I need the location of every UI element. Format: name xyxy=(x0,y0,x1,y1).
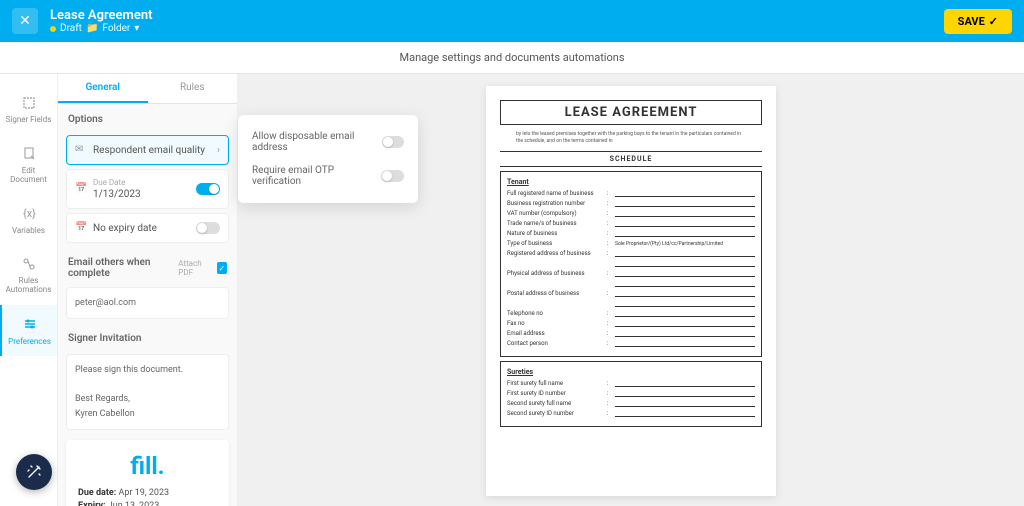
popover-disposable: Allow disposable email address xyxy=(252,125,404,159)
rail-preferences[interactable]: Preferences xyxy=(0,305,57,356)
side-rail: Signer Fields Edit Document {x} Variable… xyxy=(0,74,58,506)
email-recipient[interactable]: peter@aol.com xyxy=(66,287,229,319)
otp-toggle[interactable] xyxy=(381,170,404,182)
edit-document-icon xyxy=(20,145,38,163)
option-due-date[interactable]: 📅 Due Date 1/13/2023 xyxy=(66,169,229,209)
panel-tabs: General Rules xyxy=(58,74,237,104)
rail-signer-fields[interactable]: Signer Fields xyxy=(0,84,57,135)
tab-general[interactable]: General xyxy=(58,74,148,103)
rules-icon xyxy=(20,255,38,273)
email-quality-popover: Allow disposable email address Require e… xyxy=(238,115,418,203)
no-expiry-toggle[interactable] xyxy=(196,222,220,234)
mail-icon: ✉ xyxy=(75,144,87,156)
doc-title: LEASE AGREEMENT xyxy=(500,100,762,125)
close-button[interactable]: ✕ xyxy=(12,8,38,34)
save-button[interactable]: SAVE ✓ xyxy=(944,9,1012,34)
doc-intro: by lets the leased premises together wit… xyxy=(500,131,762,145)
disposable-toggle[interactable] xyxy=(382,136,404,148)
preferences-icon xyxy=(21,315,39,333)
calendar-icon: 📅 xyxy=(75,183,87,195)
status-dot-icon xyxy=(50,26,56,32)
document-title: Lease Agreement xyxy=(50,8,152,23)
fill-logo: fill. xyxy=(78,452,217,480)
doc-tenant-section: Tenant Full registered name of business:… xyxy=(500,171,762,357)
chevron-right-icon: › xyxy=(217,145,220,156)
due-date-toggle[interactable] xyxy=(196,183,220,195)
tab-rules[interactable]: Rules xyxy=(148,74,238,103)
subheader: Manage settings and documents automation… xyxy=(0,42,1024,74)
popover-otp: Require email OTP verification xyxy=(252,159,404,193)
invitation-preview: fill. Due date: Apr 19, 2023 Expiry: Jun… xyxy=(66,440,229,506)
calendar-x-icon: 📅 xyxy=(75,222,87,234)
rail-edit-document[interactable]: Edit Document xyxy=(0,135,57,195)
options-heading: Options xyxy=(58,104,237,131)
folder-icon: 📁 xyxy=(86,23,98,34)
invitation-body[interactable]: Please sign this document. Best Regards,… xyxy=(66,354,229,430)
email-others-heading: Email others when complete Attach PDF ✓ xyxy=(58,247,237,283)
header-left: ✕ Lease Agreement Draft 📁 Folder ▾ xyxy=(12,8,152,34)
wand-icon xyxy=(26,464,42,480)
rail-rules-automations[interactable]: Rules Automations xyxy=(0,245,57,305)
attach-pdf[interactable]: Attach PDF ✓ xyxy=(178,259,227,277)
folder-label[interactable]: Folder xyxy=(102,23,130,34)
signer-fields-icon xyxy=(20,94,38,112)
chevron-down-icon: ▾ xyxy=(134,23,139,34)
doc-schedule: SCHEDULE xyxy=(500,151,762,167)
svg-text:{x}: {x} xyxy=(23,207,36,220)
signer-invitation-heading: Signer Invitation xyxy=(58,323,237,350)
settings-panel: General Rules Options ✉ Respondent email… xyxy=(58,74,238,506)
top-header: ✕ Lease Agreement Draft 📁 Folder ▾ SAVE … xyxy=(0,0,1024,42)
title-block: Lease Agreement Draft 📁 Folder ▾ xyxy=(50,8,152,34)
document-page: LEASE AGREEMENT by lets the leased premi… xyxy=(486,86,776,496)
attach-pdf-checkbox[interactable]: ✓ xyxy=(217,262,227,274)
status-label: Draft xyxy=(60,23,82,34)
variables-icon: {x} xyxy=(20,204,38,222)
magic-fab-button[interactable] xyxy=(16,454,52,490)
check-icon: ✓ xyxy=(989,15,998,28)
option-respondent-email-quality[interactable]: ✉ Respondent email quality › xyxy=(66,135,229,165)
workspace: Signer Fields Edit Document {x} Variable… xyxy=(0,74,1024,506)
save-label: SAVE xyxy=(958,15,985,28)
document-meta: Draft 📁 Folder ▾ xyxy=(50,23,152,34)
option-no-expiry[interactable]: 📅 No expiry date xyxy=(66,213,229,243)
doc-sureties-section: Sureties First surety full name:First su… xyxy=(500,361,762,427)
rail-variables[interactable]: {x} Variables xyxy=(0,194,57,245)
